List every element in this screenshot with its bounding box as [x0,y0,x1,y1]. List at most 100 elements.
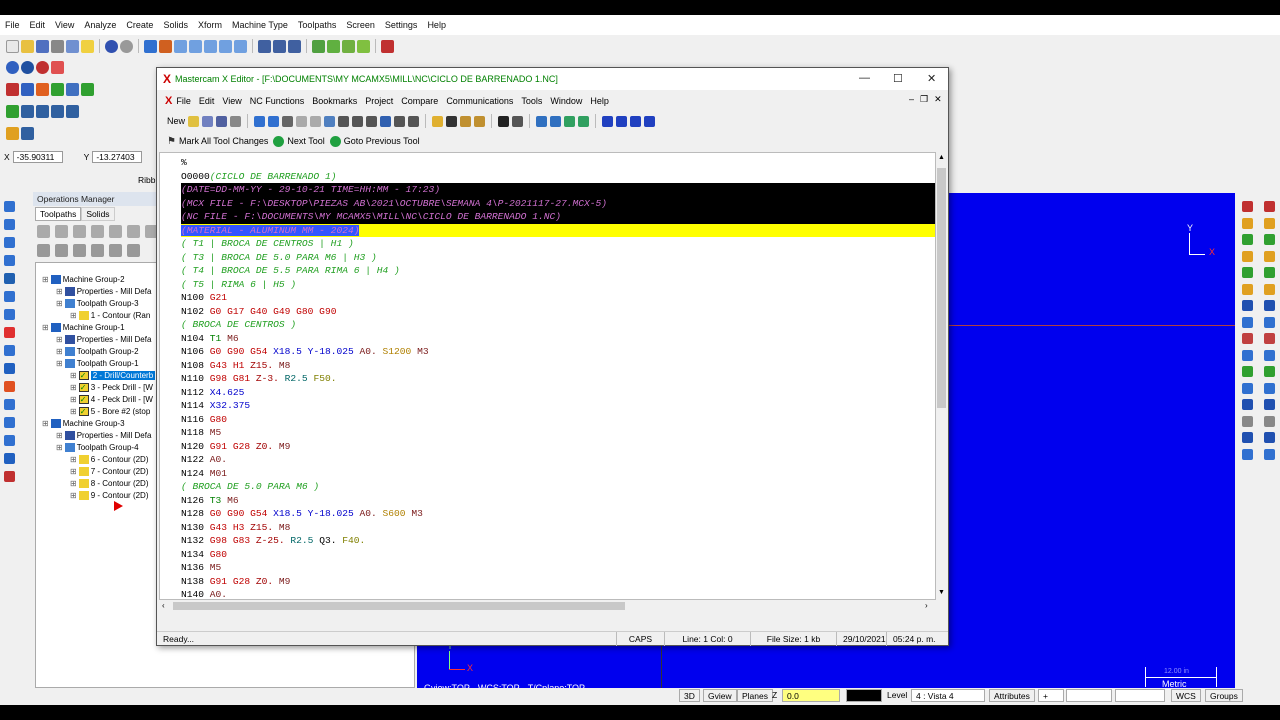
menu-item-machine-type[interactable]: Machine Type [227,20,293,30]
right-tool-icon[interactable] [1264,382,1275,394]
chain-icon[interactable] [288,39,301,53]
move-up-icon[interactable] [109,244,122,257]
right-tool-icon[interactable] [1242,217,1253,229]
trim-icon[interactable] [51,104,64,118]
print-icon[interactable] [230,115,242,127]
tree-item[interactable]: ⊞ Toolpath Group-2 [56,345,139,357]
vertical-scrollbar[interactable]: ▲ ▼ [936,152,947,600]
tree-item[interactable]: ⊞ Machine Group-3 [42,417,125,429]
fit-icon[interactable] [159,39,172,53]
terminal-icon[interactable] [498,115,510,127]
right-tool-icon[interactable] [1242,283,1253,295]
left-tool-icon[interactable] [4,255,15,266]
sphere-icon[interactable] [21,60,34,74]
tree-item[interactable]: ⊞ 9 - Contour (2D) [70,489,149,501]
save-icon[interactable] [216,115,228,127]
planes-button[interactable]: Planes [737,689,773,702]
paste-icon[interactable] [310,115,322,127]
left-tool-icon[interactable] [4,363,15,374]
goto-icon[interactable] [352,115,364,127]
left-tool-icon[interactable] [4,345,15,356]
right-tool-icon[interactable] [1264,399,1275,410]
expand-icon[interactable]: ⊞ [42,323,49,332]
groups-button[interactable]: Groups [1205,689,1243,702]
menu-item-view[interactable]: View [50,20,79,30]
right-tool-icon[interactable] [1242,415,1253,427]
tree-item[interactable]: ⊞ Machine Group-1 [42,321,125,333]
left-tool-icon[interactable] [4,417,15,428]
menu-item-edit[interactable]: Edit [25,20,51,30]
tree-item[interactable]: ⊞ Properties - Mill Defa [56,285,151,297]
zoom-out-icon[interactable] [204,39,217,53]
regen-dirty-icon[interactable] [91,225,104,238]
editor-menu-bookmarks[interactable]: Bookmarks [308,96,361,106]
open-file-icon[interactable] [21,39,34,53]
z-depth-input[interactable]: 0.0 [782,689,840,702]
line-style-dropdown[interactable] [1066,689,1112,702]
tools-icon[interactable] [446,115,458,127]
left-tool-icon[interactable] [4,237,15,248]
lock-icon[interactable] [37,244,50,257]
left-tool-icon[interactable] [4,453,15,464]
editor-menu-compare[interactable]: Compare [397,96,442,106]
step-icon[interactable] [564,115,576,127]
new-button[interactable]: New [167,116,185,126]
expand-icon[interactable]: ⊞ [56,347,63,356]
toggle-post-icon[interactable] [73,244,86,257]
scroll-down-icon[interactable]: ▼ [938,589,945,596]
expand-icon[interactable]: ⊞ [56,359,63,368]
replace-icon[interactable] [338,115,350,127]
right-tool-icon[interactable] [1242,349,1253,361]
left-tool-icon[interactable] [4,399,15,410]
tree-item[interactable]: ⊞ Toolpath Group-4 [56,441,139,453]
send-icon[interactable] [254,115,266,127]
horizontal-scroll-thumb[interactable] [173,602,625,610]
color-icon[interactable] [36,60,49,74]
unzoom-icon[interactable] [234,39,247,53]
editor-menu-nc-functions[interactable]: NC Functions [246,96,309,106]
right-tool-icon[interactable] [1264,201,1275,212]
x-coordinate-input[interactable]: -35.90311 [12,151,63,163]
right-tool-icon[interactable] [1264,366,1275,377]
point-style-dropdown[interactable]: + [1038,689,1064,702]
color-selector[interactable] [846,689,882,702]
tree-item[interactable]: ⊞ 7 - Contour (2D) [70,465,149,477]
find-icon[interactable] [324,115,336,127]
fillet-icon[interactable] [81,82,94,96]
right-tool-icon[interactable] [1264,234,1275,245]
line-icon[interactable] [21,82,34,96]
left-tool-icon[interactable] [4,327,15,338]
outdent-icon[interactable] [408,115,420,127]
tree-item[interactable]: ⊞ Properties - Mill Defa [56,333,151,345]
globe-icon[interactable] [6,60,19,74]
insert-arrow-icon[interactable] [127,244,140,257]
move-right-icon[interactable] [630,115,642,127]
right-tool-icon[interactable] [1242,201,1253,212]
editor-menu-view[interactable]: View [218,96,245,106]
zoom-in-icon[interactable] [189,39,202,53]
3d-button[interactable]: 3D [679,689,700,702]
expand-icon[interactable]: ⊞ [70,479,77,488]
toggle-display-icon[interactable] [55,244,68,257]
compare-icon[interactable] [432,115,444,127]
menu-item-settings[interactable]: Settings [380,20,423,30]
right-tool-icon[interactable] [1242,316,1253,328]
project-icon[interactable] [474,115,486,127]
right-tool-icon[interactable] [1264,283,1275,295]
left-tool-icon[interactable] [4,309,15,320]
save-all-icon[interactable] [202,115,214,127]
menu-item-help[interactable]: Help [422,20,451,30]
new-file-icon[interactable] [6,39,19,53]
tree-item[interactable]: ⊞ ✓ 5 - Bore #2 (stop [70,405,150,417]
tree-item[interactable]: ⊞ ✓ 3 - Peck Drill - [W [70,381,153,393]
tab-solids[interactable]: Solids [81,207,115,221]
tree-item[interactable]: ⊞ ✓ 4 - Peck Drill - [W [70,393,153,405]
left-tool-icon[interactable] [4,471,15,482]
rectangle-icon[interactable] [51,82,64,96]
expand-icon[interactable]: ⊞ [70,455,77,464]
scroll-left-icon[interactable]: ‹ [162,601,165,610]
plus-icon[interactable] [6,104,19,118]
scroll-up-icon[interactable]: ▲ [938,154,945,161]
expand-icon[interactable]: ⊞ [56,299,63,308]
minimize-button[interactable]: — [859,72,870,84]
